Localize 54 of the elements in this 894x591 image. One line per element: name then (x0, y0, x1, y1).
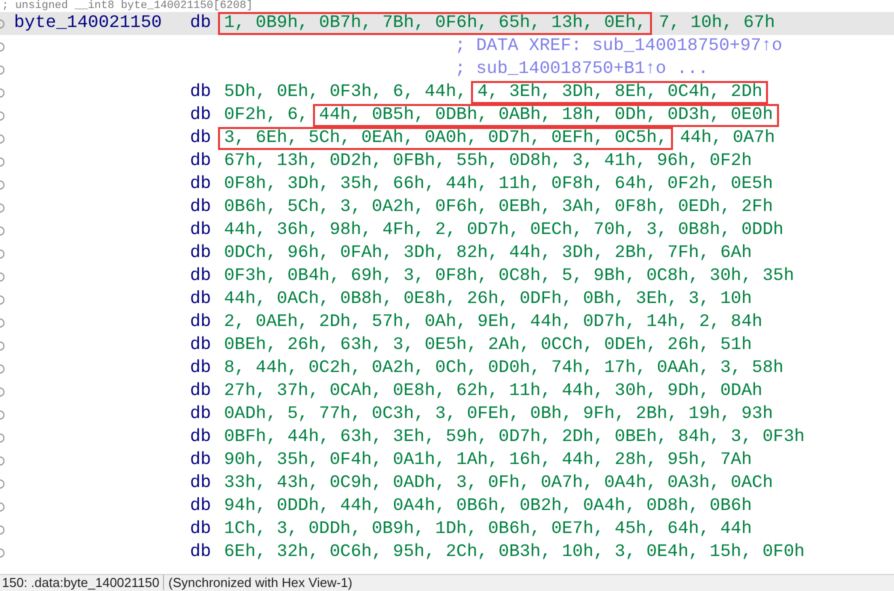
byte-values: 0F2h, 6, (224, 104, 310, 127)
directive-keyword: db (190, 495, 212, 518)
directive-keyword: db (190, 403, 212, 426)
directive-keyword: db (190, 357, 212, 380)
byte-values: 33h, 43h, 0C9h, 0ADh, 3, 0Fh, 0A7h, 0A4h, 0A3h, 0ACh (224, 472, 774, 495)
directive-keyword: db (190, 541, 212, 564)
byte-values: 44h, 36h, 98h, 4Fh, 2, 0D7h, 0ECh, 70h, 3, 0B8h, 0DDh (224, 219, 784, 242)
directive-keyword: db (190, 173, 212, 196)
highlighted-bytes: 4, 3Eh, 3Dh, 8Eh, 0C4h, 2Dh (471, 81, 768, 104)
directive-keyword: db (190, 81, 212, 104)
byte-values: 0F3h, 0B4h, 69h, 3, 0F8h, 0C8h, 5, 9Bh, 0C8h, 30h, 35h (224, 265, 794, 288)
byte-values: 0DCh, 96h, 0FAh, 3Dh, 82h, 44h, 3Dh, 2Bh, 7Fh, 6Ah (224, 242, 752, 265)
byte-values: 2, 0AEh, 2Dh, 57h, 0Ah, 9Eh, 44h, 0D7h, 14h, 2, 84h (224, 311, 762, 334)
directive-keyword: db (190, 219, 212, 242)
byte-values: 7, 10h, 67h (658, 12, 776, 35)
xref-comment: ; sub_140018750+B1↑o ... (455, 58, 708, 81)
directive-keyword: db (190, 518, 212, 541)
byte-values: 44h, 0A7h (678, 127, 776, 150)
directive-keyword: db (190, 242, 212, 265)
comment-text: ; unsigned __int8 byte_140021150[6208] (1, 0, 253, 12)
directive-keyword: db (190, 288, 212, 311)
highlighted-bytes: 1, 0B9h, 0B7h, 7Bh, 0F6h, 65h, 13h, 0Eh, (218, 12, 652, 35)
directive-keyword: db (190, 12, 212, 35)
byte-values: 44h, 0ACh, 0B8h, 0E8h, 26h, 0DFh, 0Bh, 3Eh, 3, 10h (224, 288, 752, 311)
status-sync-text: (Synchronized with Hex View-1) (167, 575, 352, 590)
byte-values: 0ADh, 5, 77h, 0C3h, 3, 0FEh, 0Bh, 9Fh, 2Bh, 19h, 93h (224, 403, 774, 426)
byte-values: 27h, 37h, 0CAh, 0E8h, 62h, 11h, 44h, 30h, 9Dh, 0DAh (224, 380, 762, 403)
directive-keyword: db (190, 334, 212, 357)
byte-values: 0BEh, 26h, 63h, 3, 0E5h, 2Ah, 0CCh, 0DEh, 26h, 51h (224, 334, 752, 357)
directive-keyword: db (190, 472, 212, 495)
directive-keyword: db (190, 380, 212, 403)
directive-keyword: db (190, 426, 212, 449)
byte-values: 94h, 0DDh, 44h, 0A4h, 0B6h, 0B2h, 0A4h, 0D8h, 0B6h (224, 495, 752, 518)
directive-keyword: db (190, 311, 212, 334)
xref-comment: ; DATA XREF: sub_140018750+97↑o (455, 35, 782, 58)
directive-keyword: db (190, 449, 212, 472)
byte-values: 67h, 13h, 0D2h, 0FBh, 55h, 0D8h, 3, 41h, 96h, 0F2h (224, 150, 752, 173)
byte-values: 90h, 35h, 0F4h, 0A1h, 1Ah, 16h, 44h, 28h, 95h, 7Ah (224, 449, 752, 472)
directive-keyword: db (190, 127, 212, 150)
directive-keyword: db (190, 196, 212, 219)
byte-values: 1Ch, 3, 0DDh, 0B9h, 1Dh, 0B6h, 0E7h, 45h, 64h, 44h (224, 518, 752, 541)
byte-values: 0F8h, 3Dh, 35h, 66h, 44h, 11h, 0F8h, 64h, 0F2h, 0E5h (224, 173, 774, 196)
byte-values: 0BFh, 44h, 63h, 3Eh, 59h, 0D7h, 2Dh, 0BEh, 84h, 3, 0F3h (224, 426, 805, 449)
status-location: 150: .data:byte_140021150 (0, 575, 164, 590)
directive-keyword: db (190, 150, 212, 173)
data-label: byte_140021150 (13, 12, 163, 35)
directive-keyword: db (190, 104, 212, 127)
byte-values: 0B6h, 5Ch, 3, 0A2h, 0F6h, 0EBh, 3Ah, 0F8h, 0EDh, 2Fh (224, 196, 774, 219)
byte-values: 8, 44h, 0C2h, 0A2h, 0Ch, 0D0h, 74h, 17h, 0AAh, 3, 58h (224, 357, 784, 380)
highlighted-bytes: 3, 6Eh, 5Ch, 0EAh, 0A0h, 0D7h, 0EFh, 0C5h, (218, 127, 674, 150)
directive-keyword: db (190, 265, 212, 288)
highlighted-bytes: 44h, 0B5h, 0DBh, 0ABh, 18h, 0Dh, 0D3h, 0E0h (313, 104, 780, 127)
byte-values: 5Dh, 0Eh, 0F3h, 6, 44h, (224, 81, 468, 104)
byte-values: 6Eh, 32h, 0C6h, 95h, 2Ch, 0B3h, 10h, 3, 0E4h, 15h, 0F0h (224, 541, 805, 564)
